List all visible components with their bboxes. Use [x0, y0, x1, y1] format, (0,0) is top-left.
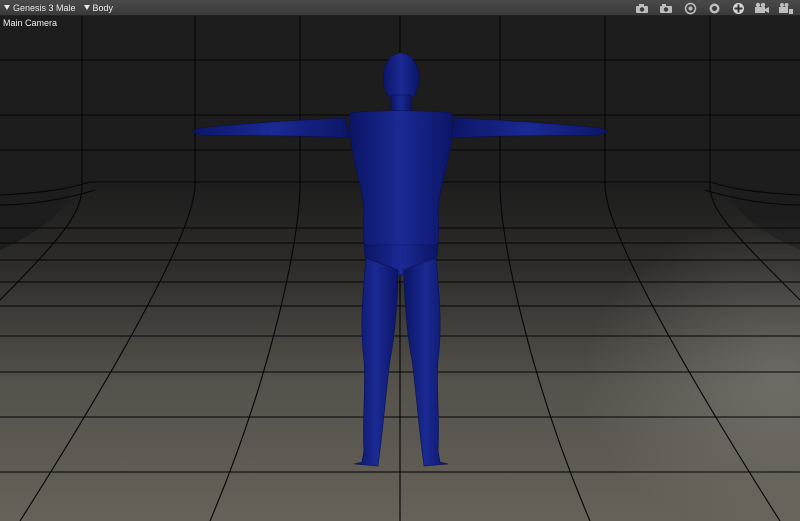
view-layout-icon[interactable]: [778, 2, 794, 15]
viewport-toolbar: Genesis 3 Male Body: [0, 0, 800, 16]
3d-viewport[interactable]: Genesis 3 Male Body Main Camera: [0, 0, 800, 521]
chevron-down-icon: [83, 5, 90, 10]
video-camera-icon[interactable]: [754, 2, 770, 15]
camera-label: Main Camera: [3, 18, 58, 28]
scene-render[interactable]: [0, 16, 800, 521]
node-part-label: Body: [92, 2, 114, 13]
node-part-dropdown[interactable]: Body: [83, 2, 114, 13]
camera-icon[interactable]: [634, 2, 650, 15]
record-icon[interactable]: [706, 2, 722, 15]
add-icon[interactable]: [730, 2, 746, 15]
scene-node-label: Genesis 3 Male: [13, 2, 76, 13]
scene-node-dropdown[interactable]: Genesis 3 Male: [4, 3, 76, 13]
viewport-tools: [634, 1, 794, 15]
chevron-down-icon: [4, 5, 10, 10]
orbit-icon[interactable]: [682, 2, 698, 15]
camera-alt-icon[interactable]: [658, 2, 674, 15]
